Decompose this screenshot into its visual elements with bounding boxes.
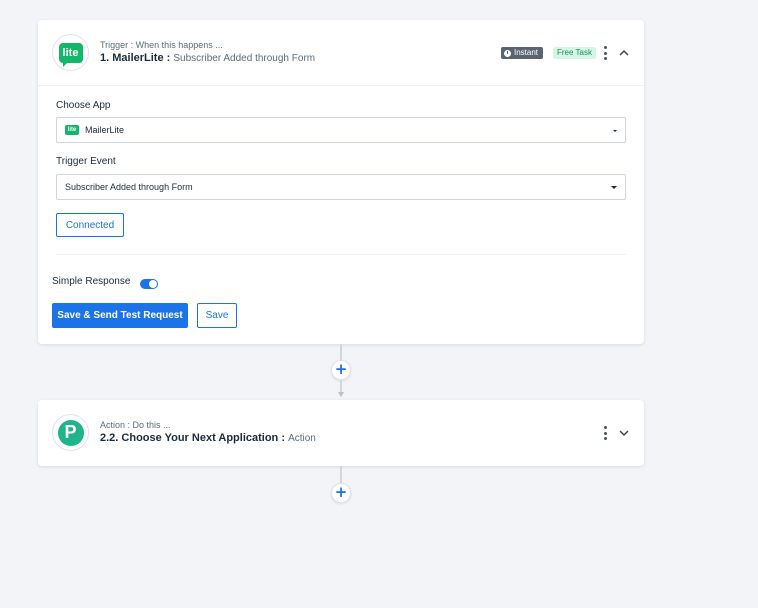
mailerlite-logo-mark: lite [58, 42, 83, 67]
trigger-step-title-event: Subscriber Added through Form [173, 53, 316, 64]
trigger-step-title-app: 1. MailerLite : [100, 52, 171, 64]
choose-app-label: Choose App [56, 100, 111, 111]
add-step-button[interactable]: + [331, 360, 351, 380]
trigger-event-label: Trigger Event [56, 156, 116, 167]
save-button[interactable]: Save [197, 303, 237, 328]
pabbly-logo: P [52, 414, 89, 451]
instant-badge-label: Instant [514, 48, 539, 57]
pabbly-logo-mark: P [57, 419, 84, 446]
kebab-menu-icon[interactable] [601, 426, 609, 440]
trigger-step-title: 1. MailerLite : Subscriber Added through… [100, 52, 315, 64]
trigger-event-select[interactable]: Subscriber Added through Form [56, 174, 626, 200]
add-step-button[interactable]: + [331, 483, 351, 503]
choose-app-value: MailerLite [85, 125, 125, 135]
connected-button[interactable]: Connected [56, 213, 124, 237]
connector-line [340, 344, 342, 360]
free-task-badge: Free Task [553, 47, 596, 59]
connector-line [340, 466, 342, 483]
chevron-down-icon[interactable] [618, 427, 630, 439]
action-step-subtitle: Action : Do this ... [100, 420, 171, 430]
trigger-step-card: lite Trigger : When this happens ... 1. … [38, 20, 644, 344]
action-step-title-main: 2.2. Choose Your Next Application : [100, 432, 285, 444]
clock-icon [504, 49, 511, 57]
mailerlite-logo: lite [52, 34, 89, 71]
trigger-step-subtitle: Trigger : When this happens ... [100, 40, 223, 50]
simple-response-toggle[interactable] [140, 279, 158, 289]
action-step-header[interactable]: P Action : Do this ... 2.2. Choose Your … [38, 400, 644, 466]
trigger-step-header[interactable]: lite Trigger : When this happens ... 1. … [38, 20, 644, 86]
caret-down-icon [613, 130, 617, 132]
chevron-up-icon[interactable] [618, 47, 630, 59]
action-step-title-type: Action [288, 433, 316, 444]
choose-app-select[interactable]: lite MailerLite [56, 117, 626, 143]
caret-down-icon [611, 186, 617, 189]
instant-badge: Instant [501, 47, 544, 59]
kebab-menu-icon[interactable] [601, 46, 609, 60]
arrow-down-icon [338, 392, 344, 397]
mailerlite-small-icon: lite [65, 125, 79, 135]
action-step-card: P Action : Do this ... 2.2. Choose Your … [38, 400, 644, 466]
simple-response-label: Simple Response [52, 276, 131, 287]
action-step-title: 2.2. Choose Your Next Application : Acti… [100, 432, 316, 444]
save-send-test-button[interactable]: Save & Send Test Request [52, 303, 188, 328]
section-divider [56, 254, 626, 255]
trigger-event-value: Subscriber Added through Form [65, 182, 193, 192]
